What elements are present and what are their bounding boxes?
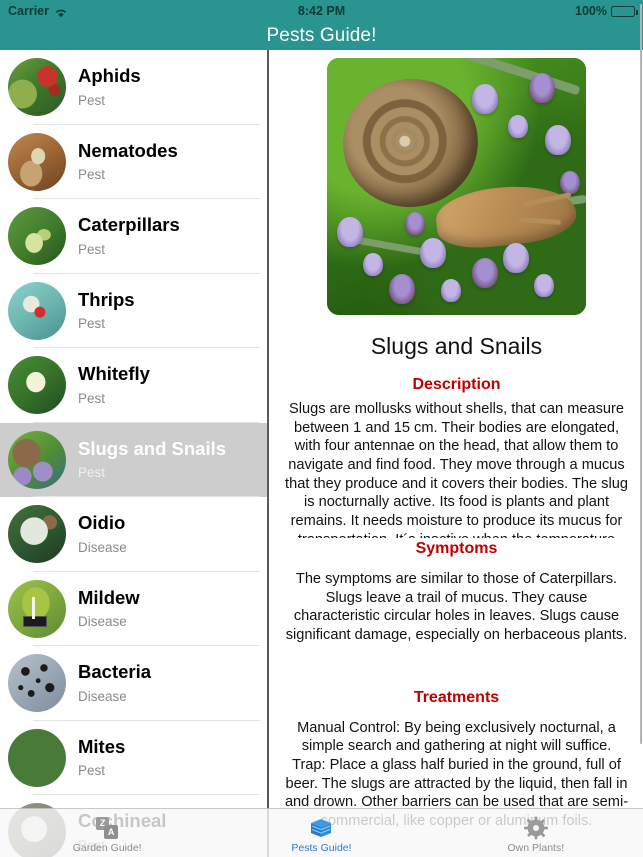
sidebar-item-slugs-and-snails[interactable]: Slugs and Snails Pest [0, 422, 268, 497]
tab-own-plants[interactable]: Own Plants! [429, 809, 643, 857]
sidebar-item-subtitle: Disease [78, 688, 127, 704]
snail-on-purple-flowers-photo [327, 58, 586, 315]
description-body-clip: Slugs are mollusks without shells, that … [270, 400, 643, 538]
tab-garden-guide[interactable]: Z A Garden Guide! [0, 809, 214, 857]
sidebar-item-text: Mites Pest [78, 735, 126, 779]
tab-label-garden-guide: Garden Guide! [72, 841, 142, 854]
sidebar-item-subtitle: Pest [78, 167, 106, 183]
sidebar-item-subtitle: Pest [78, 92, 106, 108]
section-heading-symptoms: Symptoms [415, 540, 498, 557]
section-body-description: Slugs are mollusks without shells, that … [285, 401, 628, 538]
translate-za-icon: Z A [94, 816, 120, 840]
sidebar-item-nematodes[interactable]: Nematodes Pest [0, 124, 268, 199]
battery-percent-label: 100% [575, 4, 607, 18]
whitefly-thumb [8, 356, 66, 415]
detail-image-wrap [270, 50, 643, 315]
app-root: Carrier 8:42 PM 100% Pests Guide! Aphids… [0, 0, 643, 857]
detail-pane: Slugs and Snails Description Slugs are m… [270, 50, 643, 857]
sidebar-item-title: Aphids [78, 65, 141, 87]
mildew-thumb [8, 579, 66, 638]
status-bar: Carrier 8:42 PM 100% [0, 0, 643, 22]
battery-full-icon [611, 5, 638, 17]
nematodes-thumb [8, 132, 66, 191]
sidebar-item-title: Bacteria [78, 661, 152, 683]
section-symptoms: Symptoms The symptoms are similar to tho… [270, 540, 643, 645]
sidebar-scrollbar[interactable] [639, 4, 642, 744]
sidebar-item-subtitle: Pest [78, 390, 106, 406]
tab-pests-guide[interactable]: Pests Guide! [214, 809, 428, 857]
section-description: Description Slugs are mollusks without s… [270, 376, 643, 538]
sidebar-item-title: Nematodes [78, 139, 178, 161]
gear-icon [523, 816, 549, 840]
oidio-thumb [8, 505, 66, 564]
sidebar-item-text: Oidio Disease [78, 514, 127, 554]
status-bar-time: 8:42 PM [297, 4, 346, 18]
sidebar-item-aphids[interactable]: Aphids Pest [0, 50, 268, 125]
tab-bar: Z A Garden Guide! Pests Guide! Own Plant… [0, 808, 643, 857]
sidebar-item-subtitle: Pest [78, 241, 106, 257]
sidebar-item-text: Nematodes Pest [78, 139, 178, 183]
sidebar-item-thrips[interactable]: Thrips Pest [0, 273, 268, 348]
aphids-thumb [8, 58, 66, 117]
section-body-symptoms: The symptoms are similar to those of Cat… [285, 571, 628, 644]
section-heading-treatments: Treatments [413, 688, 500, 706]
mites-thumb [8, 728, 66, 787]
sidebar-item-caterpillars[interactable]: Caterpillars Pest [0, 199, 268, 274]
status-bar-right: 100% [575, 4, 638, 18]
sidebar-item-mites[interactable]: Mites Pest [0, 720, 268, 795]
nav-bar: Pests Guide! [0, 22, 643, 50]
sidebar-item-title: Slugs and Snails [78, 437, 227, 459]
sidebar-item-text: Slugs and Snails Pest [78, 437, 227, 481]
sidebar-item-title: Caterpillars [78, 214, 180, 236]
sidebar-item-text: Aphids Pest [78, 67, 141, 107]
sidebar-item-subtitle: Pest [78, 316, 106, 332]
bacteria-thumb [8, 654, 66, 713]
sidebar-item-text: Bacteria Disease [78, 663, 151, 703]
sidebar-item-whitefly[interactable]: Whitefly Pest [0, 348, 268, 423]
thrips-thumb [8, 281, 66, 340]
sidebar-item-title: Mites [78, 735, 126, 757]
sidebar-item-subtitle: Pest [78, 465, 106, 481]
section-heading-description: Description [412, 376, 501, 393]
detail-title: Slugs and Snails [370, 333, 543, 359]
sidebar-item-mildew[interactable]: Mildew Disease [0, 571, 268, 646]
slugs-and-snails-thumb [8, 430, 66, 489]
sidebar-item-subtitle: Disease [78, 539, 127, 555]
split-view-divider [267, 50, 269, 857]
sidebar-item-text: Whitefly Pest [78, 365, 150, 405]
sidebar-item-subtitle: Disease [78, 614, 127, 630]
sidebar-item-text: Caterpillars Pest [78, 216, 180, 256]
caterpillars-thumb [8, 207, 66, 266]
stacked-box-icon [308, 816, 334, 840]
sidebar-item-title: Thrips [78, 288, 135, 310]
sidebar-item-text: Thrips Pest [78, 288, 135, 332]
sidebar-item-text: Mildew Disease [78, 586, 140, 630]
sidebar-item-title: Oidio [78, 512, 126, 534]
sidebar-item-bacteria[interactable]: Bacteria Disease [0, 646, 268, 721]
sidebar-list[interactable]: Aphids Pest Nematodes Pest Caterpillars Pest T… [0, 50, 268, 857]
sidebar-item-title: Mildew [78, 586, 140, 608]
za-icon-letter-2: A [107, 826, 115, 837]
sidebar-item-oidio[interactable]: Oidio Disease [0, 497, 268, 572]
sidebar-item-subtitle: Pest [78, 763, 106, 779]
tab-label-pests-guide: Pests Guide! [291, 841, 352, 854]
sidebar-item-title: Whitefly [78, 363, 150, 385]
tab-label-own-plants: Own Plants! [507, 841, 565, 854]
page-title: Pests Guide! [266, 25, 377, 46]
